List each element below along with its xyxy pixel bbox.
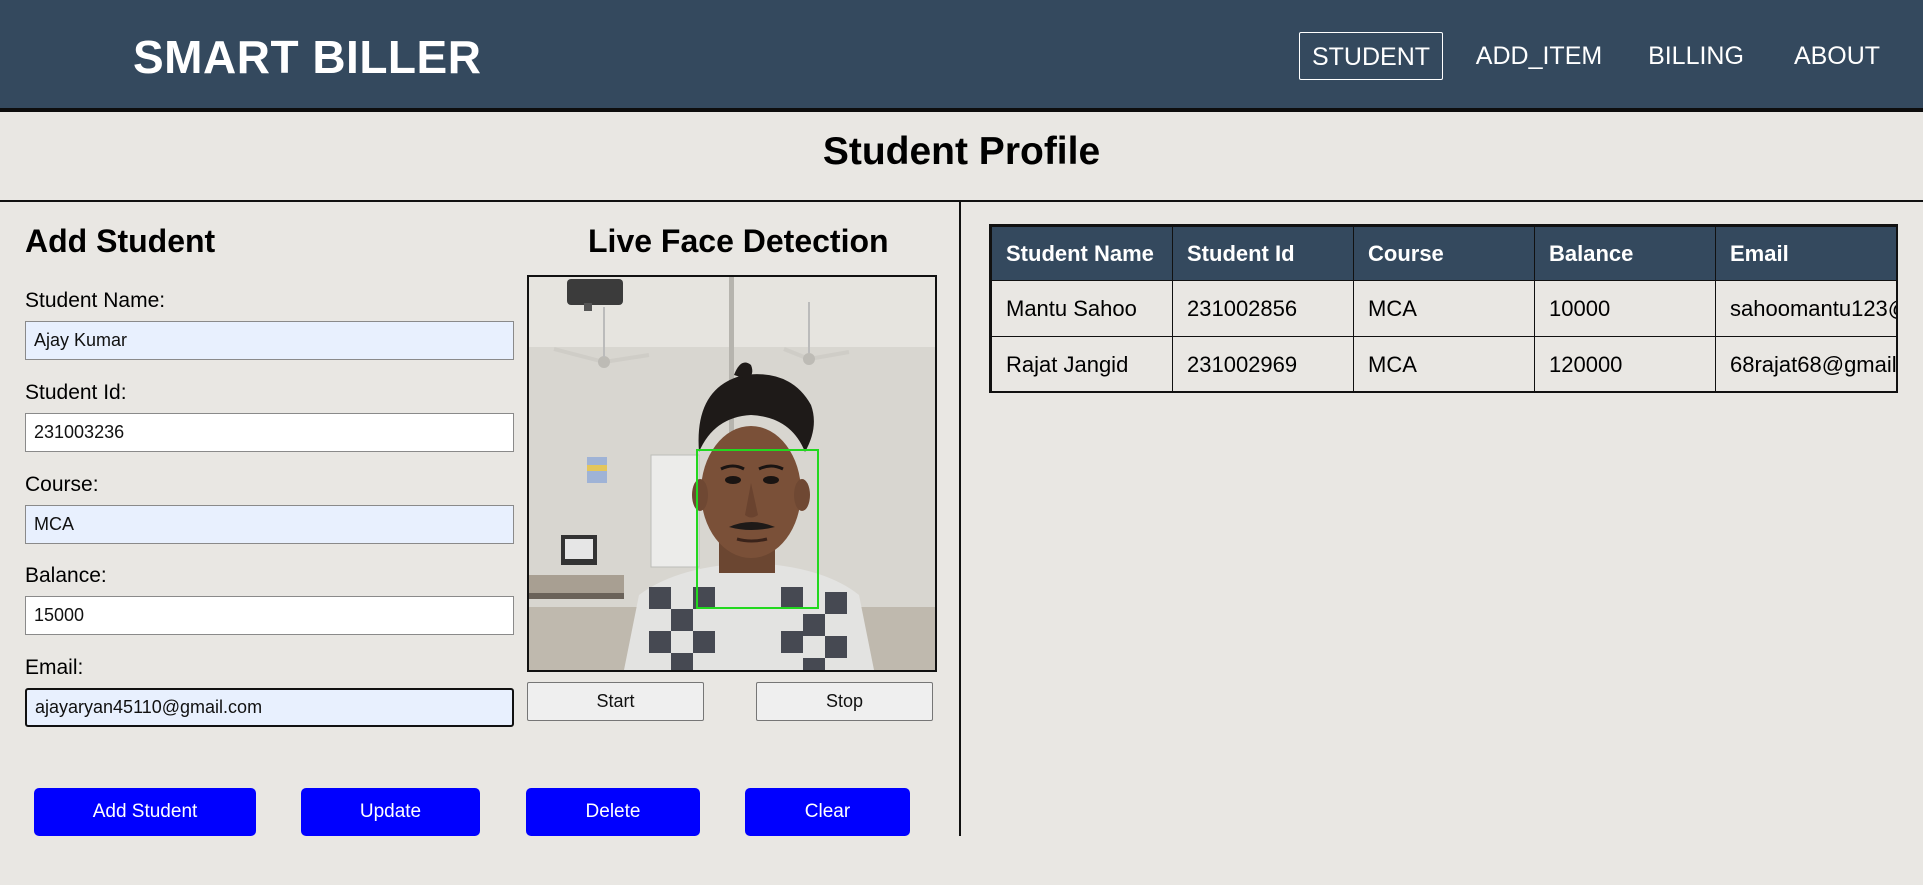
live-face-detection-heading: Live Face Detection [588,223,889,259]
student-name-input[interactable] [25,321,514,360]
nav-add-item[interactable]: ADD_ITEM [1465,32,1613,80]
nav-about[interactable]: ABOUT [1782,32,1892,80]
table-row[interactable]: Mantu Sahoo 231002856 MCA 10000 sahooman… [991,280,1896,337]
balance-input[interactable] [25,596,514,635]
table-cell: MCA [1353,280,1535,337]
table-cell: Mantu Sahoo [991,280,1173,337]
add-student-heading: Add Student [25,223,216,259]
table-cell: 120000 [1534,336,1716,391]
student-id-input[interactable] [25,413,514,452]
brand-title: SMART BILLER [133,31,482,83]
nav-student[interactable]: STUDENT [1299,32,1443,80]
column-divider [959,202,961,836]
table-cell: sahoomantu123@ [1715,280,1896,337]
table-cell: Rajat Jangid [991,336,1173,391]
student-id-label: Student Id: [25,381,127,404]
clear-button[interactable]: Clear [745,788,910,836]
face-detection-box [696,449,819,609]
student-table: Student Name Student Id Course Balance E… [991,226,1896,391]
email-label: Email: [25,656,84,679]
course-label: Course: [25,473,99,496]
table-cell: 10000 [1534,280,1716,337]
page-title: Student Profile [822,130,1101,173]
add-student-button[interactable]: Add Student [34,788,256,836]
balance-label: Balance: [25,564,107,587]
table-cell: 231002969 [1172,336,1354,391]
column-header-student-id: Student Id [1172,226,1354,281]
column-header-balance: Balance [1534,226,1716,281]
table-header-row: Student Name Student Id Course Balance E… [991,226,1896,281]
email-input[interactable] [25,688,514,727]
column-header-course: Course [1353,226,1535,281]
section-divider [0,200,1923,202]
column-header-student-name: Student Name [991,226,1173,281]
table-cell: 68rajat68@gmail. [1715,336,1896,391]
top-navbar: SMART BILLER STUDENT ADD_ITEM BILLING AB… [0,0,1923,112]
camera-stop-button[interactable]: Stop [756,682,933,721]
course-input[interactable] [25,505,514,544]
table-cell: 231002856 [1172,280,1354,337]
table-cell: MCA [1353,336,1535,391]
column-header-email: Email [1715,226,1896,281]
update-button[interactable]: Update [301,788,480,836]
camera-start-button[interactable]: Start [527,682,704,721]
nav-billing[interactable]: BILLING [1637,32,1755,80]
student-name-label: Student Name: [25,289,166,312]
delete-button[interactable]: Delete [526,788,700,836]
student-table-container[interactable]: Student Name Student Id Course Balance E… [989,224,1898,393]
camera-feed [527,275,937,672]
table-row[interactable]: Rajat Jangid 231002969 MCA 120000 68raja… [991,336,1896,391]
